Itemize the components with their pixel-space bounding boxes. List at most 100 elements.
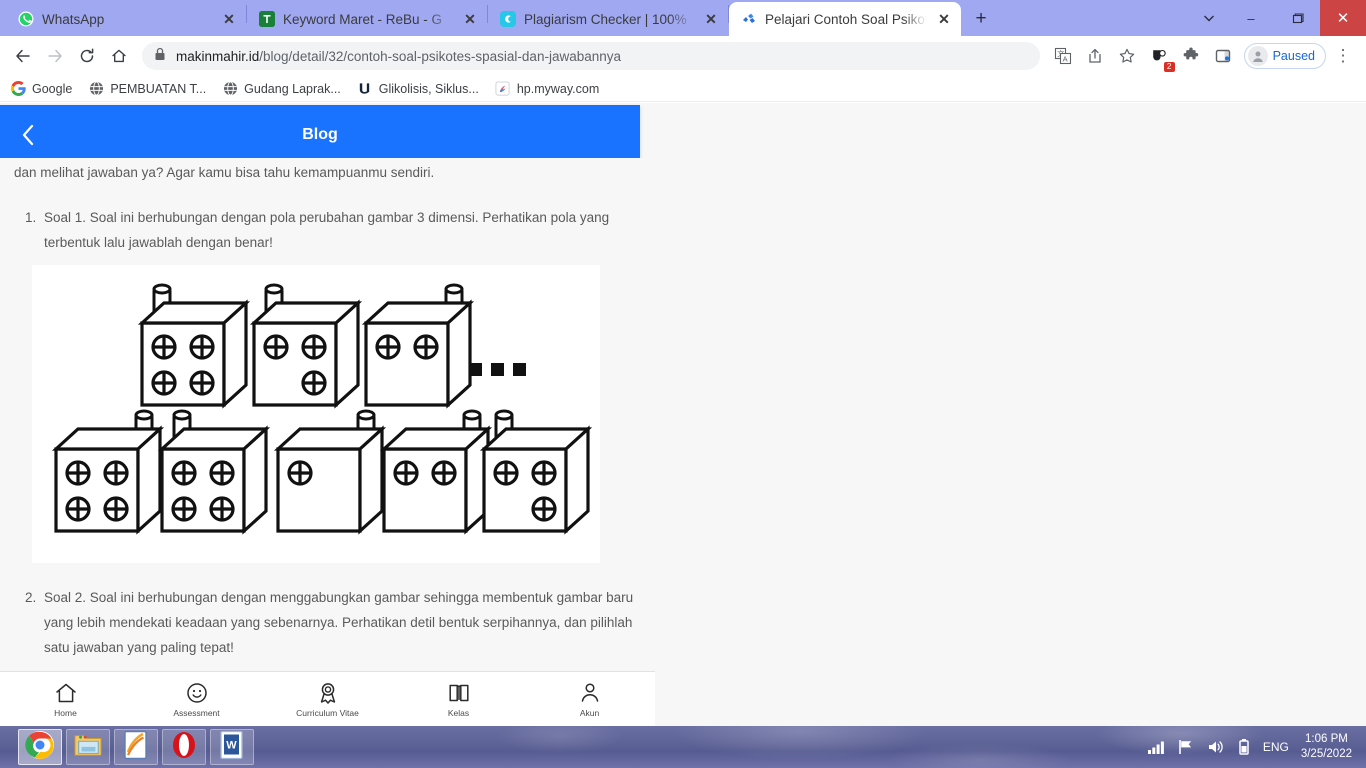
address-bar[interactable]: makinmahir.id/blog/detail/32/contoh-soal… (142, 42, 1040, 70)
profile-chip[interactable]: Paused (1243, 43, 1326, 69)
new-tab-button[interactable]: + (967, 5, 995, 33)
flag-icon[interactable] (1177, 739, 1195, 755)
makinmahir-icon (741, 11, 757, 27)
browser-tab-whatsapp[interactable]: WhatsApp ✕ (6, 2, 246, 36)
bookmark-label: Google (32, 81, 73, 96)
battery-icon[interactable] (1237, 738, 1251, 756)
chevron-left-icon[interactable] (0, 105, 56, 165)
slideshare-icon (357, 81, 373, 97)
back-icon[interactable] (8, 41, 38, 71)
option-E: E (482, 409, 590, 570)
myway-icon (495, 81, 511, 97)
open-book-icon (447, 681, 471, 705)
close-icon[interactable]: ✕ (935, 10, 953, 28)
taskbar-file-explorer-button[interactable] (66, 729, 110, 765)
clock[interactable]: 1:06 PM 3/25/2022 (1301, 732, 1352, 762)
browser-menu-icon[interactable]: ⋮ (1328, 41, 1358, 71)
person-icon (578, 681, 602, 705)
nav-label: Akun (579, 707, 600, 718)
windows-taskbar: W ENG 1:06 PM 3/25/2022 (0, 726, 1366, 768)
option-B: B (160, 409, 268, 570)
close-icon[interactable]: ✕ (702, 10, 720, 28)
extension-badge-icon[interactable]: 2 (1144, 41, 1175, 72)
nav-item-akun[interactable]: Akun (524, 681, 655, 718)
bookmarks-bar: Google PEMBUATAN T... Gudang Laprak... G… (0, 76, 1366, 102)
svg-text:B: B (197, 543, 214, 545)
bookmark-hp-myway[interactable]: hp.myway.com (495, 81, 599, 97)
close-window-button[interactable]: ✕ (1320, 0, 1366, 36)
window-controls: – ✕ (1190, 0, 1366, 36)
extension-badge-count: 2 (1163, 62, 1175, 72)
sequence-cube-1 (140, 283, 248, 407)
language-indicator[interactable]: ENG (1263, 740, 1289, 754)
nav-item-curriculum-vitae[interactable]: Curriculum Vitae (262, 681, 393, 718)
option-A: A (54, 409, 162, 570)
side-panel-icon[interactable] (1208, 41, 1238, 71)
svg-text:C: C (313, 543, 330, 545)
reload-icon[interactable] (72, 41, 102, 71)
article-content: dan melihat jawaban ya? Agar kamu bisa t… (0, 158, 655, 671)
nav-label: Curriculum Vitae (296, 707, 359, 718)
page-viewport: Blog dan melihat jawaban ya? Agar kamu b… (0, 103, 1366, 726)
cube-sequence-svg: A B (54, 283, 590, 570)
bookmark-label: Gudang Laprak... (244, 81, 341, 96)
tab-title: Plagiarism Checker | 100% (524, 11, 687, 27)
opera-icon (170, 731, 198, 764)
taskbar-word-button[interactable]: W (210, 729, 254, 765)
intro-paragraph: dan melihat jawaban ya? Agar kamu bisa t… (14, 165, 435, 180)
google-sheets-icon (259, 11, 275, 27)
taskbar-opera-button[interactable] (162, 729, 206, 765)
url-path: /blog/detail/32/contoh-soal-psikotes-spa… (259, 48, 621, 64)
google-icon (10, 81, 26, 97)
clock-time: 1:06 PM (1305, 733, 1348, 745)
nav-item-assessment[interactable]: Assessment (131, 681, 262, 718)
url-domain: makinmahir.id (176, 48, 260, 64)
speaker-icon[interactable] (1207, 739, 1225, 755)
close-icon[interactable]: ✕ (220, 10, 238, 28)
toolbar-actions: 文A 2 Paused ⋮ (1048, 41, 1358, 72)
bookmark-star-icon[interactable] (1112, 41, 1142, 71)
app-bottom-nav: Home Assessment Curriculum Vitae Kelas A… (0, 671, 655, 726)
file-explorer-icon (73, 732, 103, 763)
chevron-down-icon[interactable] (1190, 0, 1228, 36)
forward-icon[interactable] (40, 41, 70, 71)
sequence-cube-2 (252, 283, 360, 407)
signal-bars-icon[interactable] (1147, 739, 1165, 755)
bookmark-glikolisis[interactable]: Glikolisis, Siklus... (357, 81, 479, 97)
svg-text:W: W (226, 739, 237, 751)
share-icon[interactable] (1080, 41, 1110, 71)
nav-label: Assessment (173, 707, 220, 718)
mobile-app-frame: Blog dan melihat jawaban ya? Agar kamu b… (0, 103, 655, 726)
award-ribbon-icon (316, 681, 340, 705)
nav-label: Home (54, 707, 77, 718)
question-text: Soal 2. Soal ini berhubungan dengan meng… (44, 590, 634, 655)
bookmark-google[interactable]: Google (10, 81, 72, 97)
globe-icon (88, 81, 104, 97)
browser-tab-keyword-maret[interactable]: Keyword Maret - ReBu - G ✕ (247, 2, 487, 36)
translate-icon[interactable]: 文A (1048, 41, 1078, 71)
bookmark-label: Glikolisis, Siklus... (378, 81, 479, 96)
close-icon[interactable]: ✕ (461, 10, 479, 28)
browser-tab-pelajari-contoh-soal[interactable]: Pelajari Contoh Soal Psikot ✕ (729, 2, 961, 36)
taskbar-chrome-button[interactable] (18, 729, 62, 765)
whatsapp-icon (18, 11, 34, 27)
home-icon[interactable] (104, 41, 134, 71)
browser-tab-plagiarism-checker[interactable]: Plagiarism Checker | 100% ✕ (488, 2, 728, 36)
extensions-icon[interactable] (1176, 41, 1206, 71)
plagiarism-checker-icon (500, 11, 516, 27)
bookmark-gudang-laprak[interactable]: Gudang Laprak... (222, 81, 341, 97)
lock-icon (154, 47, 166, 66)
taskbar-app-buttons: W (0, 729, 254, 765)
maximize-button[interactable] (1274, 0, 1320, 36)
taskbar-sticky-notes-button[interactable] (114, 729, 158, 765)
nav-item-kelas[interactable]: Kelas (393, 681, 524, 718)
home-icon (54, 681, 78, 705)
clock-date: 3/25/2022 (1300, 748, 1352, 760)
option-C: C (276, 409, 384, 570)
tab-title: Pelajari Contoh Soal Psikot (765, 11, 927, 27)
minimize-button[interactable]: – (1228, 0, 1274, 36)
option-D: D (382, 409, 490, 570)
nav-item-home[interactable]: Home (0, 681, 131, 718)
tab-title: Keyword Maret - ReBu - G (283, 11, 443, 27)
bookmark-pembuatan-t[interactable]: PEMBUATAN T... (88, 81, 206, 97)
